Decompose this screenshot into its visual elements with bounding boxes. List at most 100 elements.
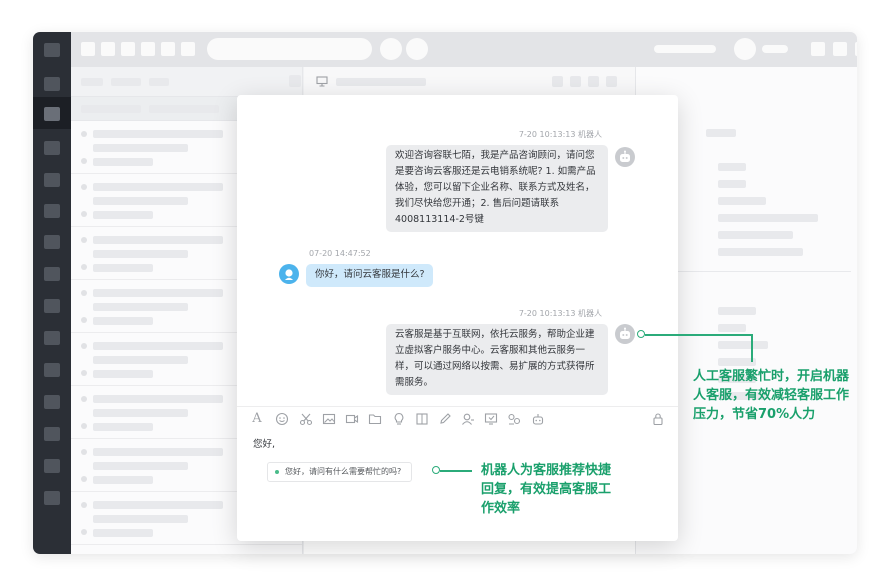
- placeholder: [93, 250, 188, 258]
- status-dot: [81, 396, 87, 402]
- nav-item-icon[interactable]: [44, 331, 60, 345]
- placeholder: [718, 163, 746, 171]
- nav-item-icon[interactable]: [44, 235, 60, 249]
- header-action[interactable]: [588, 76, 599, 87]
- topbar-button[interactable]: [161, 42, 175, 56]
- annotation-dot: [637, 330, 645, 338]
- placeholder: [93, 515, 188, 523]
- status-dot: [81, 290, 87, 296]
- nav-item-icon[interactable]: [44, 204, 60, 218]
- scissors-icon[interactable]: [299, 412, 313, 426]
- annotation-line: [440, 470, 472, 472]
- topbar-button[interactable]: [81, 42, 95, 56]
- topbar-button[interactable]: [833, 42, 847, 56]
- user-icon[interactable]: [461, 412, 475, 426]
- placeholder: [111, 78, 141, 86]
- status-dot: [81, 343, 87, 349]
- annotation-line: [751, 334, 753, 362]
- suggestion-dot: [275, 470, 279, 474]
- image-icon[interactable]: [322, 412, 336, 426]
- placeholder: [81, 105, 141, 113]
- lock-icon[interactable]: [651, 412, 665, 426]
- annotation-line: [645, 334, 752, 336]
- nav-item-icon[interactable]: [44, 173, 60, 187]
- nav-item-icon[interactable]: [44, 363, 60, 377]
- topbar-button[interactable]: [811, 42, 825, 56]
- nav-item-icon[interactable]: [44, 491, 60, 505]
- placeholder: [93, 529, 153, 537]
- topbar-button[interactable]: [121, 42, 135, 56]
- quick-reply-suggestion[interactable]: 您好，请问有什么需要帮忙的吗?: [267, 462, 413, 482]
- topbar-button[interactable]: [855, 42, 857, 56]
- placeholder: [93, 356, 188, 364]
- placeholder: [93, 264, 153, 272]
- header-action[interactable]: [606, 76, 617, 87]
- transfer-icon[interactable]: [507, 412, 521, 426]
- placeholder: [93, 317, 153, 325]
- collapse-icon[interactable]: [289, 75, 301, 87]
- book-icon[interactable]: [415, 412, 429, 426]
- placeholder: [718, 248, 803, 256]
- nav-item-icon[interactable]: [44, 141, 60, 155]
- conversation-header: [304, 67, 635, 97]
- left-nav-rail: [33, 32, 71, 554]
- nav-item-icon[interactable]: [44, 459, 60, 473]
- message-meta: 7-20 10:13:13 机器人: [518, 309, 602, 318]
- status-dot: [81, 158, 87, 164]
- edit-icon[interactable]: [438, 412, 452, 426]
- placeholder: [93, 211, 153, 219]
- header-action[interactable]: [570, 76, 581, 87]
- divider: [676, 271, 851, 272]
- placeholder: [93, 236, 223, 244]
- avatar[interactable]: [734, 38, 756, 60]
- placeholder: [93, 158, 153, 166]
- search-input[interactable]: [207, 38, 372, 60]
- placeholder: [93, 303, 188, 311]
- placeholder: [706, 129, 736, 137]
- placeholder: [93, 144, 188, 152]
- status-toggle[interactable]: [406, 38, 428, 60]
- placeholder: [93, 197, 188, 205]
- video-icon[interactable]: [345, 412, 359, 426]
- folder-icon[interactable]: [368, 412, 382, 426]
- font-icon[interactable]: A: [250, 412, 264, 426]
- nav-item-icon[interactable]: [44, 395, 60, 409]
- user-avatar-icon: [279, 264, 299, 284]
- message-meta: 07-20 14:47:52: [309, 249, 371, 258]
- placeholder: [93, 501, 223, 509]
- placeholder: [93, 370, 153, 378]
- nav-item-icon[interactable]: [44, 107, 60, 121]
- placeholder: [93, 130, 223, 138]
- placeholder: [93, 409, 188, 417]
- placeholder: [93, 289, 223, 297]
- topbar-button[interactable]: [181, 42, 195, 56]
- placeholder: [718, 197, 766, 205]
- nav-item-icon[interactable]: [44, 267, 60, 281]
- user-message: 你好，请问云客服是什么?: [306, 264, 433, 287]
- header-action[interactable]: [552, 76, 563, 87]
- status-dot: [81, 502, 87, 508]
- placeholder: [718, 214, 818, 222]
- topbar-button[interactable]: [101, 42, 115, 56]
- robot-avatar-icon: [615, 147, 635, 167]
- nav-item-icon[interactable]: [44, 299, 60, 313]
- placeholder: [718, 324, 746, 332]
- status-dot: [81, 237, 87, 243]
- robot-icon[interactable]: [531, 412, 545, 426]
- status-dot: [81, 317, 87, 323]
- composer-input[interactable]: 您好,: [253, 436, 275, 450]
- placeholder: [93, 448, 223, 456]
- monitor-icon[interactable]: [316, 76, 328, 87]
- status-dot: [81, 449, 87, 455]
- status-toggle[interactable]: [380, 38, 402, 60]
- nav-item-icon[interactable]: [44, 43, 60, 57]
- nav-item-icon[interactable]: [44, 77, 60, 91]
- nav-item-icon[interactable]: [44, 427, 60, 441]
- composer-toolbar: A: [237, 406, 678, 430]
- placeholder: [93, 423, 153, 431]
- status-dot: [81, 423, 87, 429]
- bulb-icon[interactable]: [392, 412, 406, 426]
- screen-icon[interactable]: [484, 412, 498, 426]
- topbar-button[interactable]: [141, 42, 155, 56]
- emoji-icon[interactable]: [275, 412, 289, 426]
